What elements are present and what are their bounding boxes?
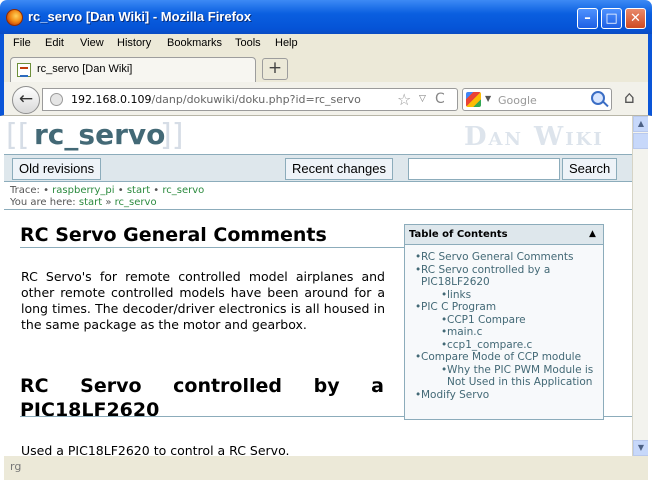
toc-entry[interactable]: CCP1 Compare: [441, 314, 601, 327]
wiki-header: [[ rc_servo ]] Dan Wiki: [4, 116, 632, 154]
toc-entry[interactable]: PIC C Program: [415, 301, 601, 314]
close-window-button[interactable]: ✕: [625, 8, 646, 29]
site-title[interactable]: Dan Wiki: [464, 122, 604, 152]
breadcrumb-separator: »: [105, 197, 112, 208]
trace-line: Trace: • raspberry_pi • start • rc_servo: [10, 185, 205, 196]
url-text: 192.168.0.109/danp/dokuwiki/doku.php?id=…: [71, 93, 361, 106]
trace-link-raspberry-pi[interactable]: raspberry_pi: [52, 185, 114, 196]
url-bar[interactable]: 192.168.0.109/danp/dokuwiki/doku.php?id=…: [42, 88, 458, 111]
minimize-button[interactable]: –: [577, 8, 598, 29]
web-search-placeholder: Google: [498, 94, 537, 107]
url-path: /danp/dokuwiki/doku.php?id=rc_servo: [151, 93, 361, 106]
menu-help[interactable]: Help: [275, 37, 298, 49]
page-viewport: [[ rc_servo ]] Dan Wiki Old revisions Re…: [4, 116, 648, 480]
recent-changes-button[interactable]: Recent changes: [285, 158, 393, 180]
scroll-down-icon[interactable]: ▼: [633, 440, 648, 456]
dropdown-arrow-icon[interactable]: ▽: [419, 94, 426, 104]
tab-strip: rc_servo [Dan Wiki] +: [0, 54, 652, 82]
url-host: 192.168.0.109: [71, 93, 152, 106]
toc-entry[interactable]: Modify Servo: [415, 389, 601, 402]
web-search-bar[interactable]: ▼ Google: [462, 88, 612, 111]
scroll-up-icon[interactable]: ▲: [633, 116, 648, 132]
toc-collapse-icon[interactable]: ▲: [589, 229, 596, 239]
page-id-link[interactable]: rc_servo: [34, 118, 165, 151]
menu-history[interactable]: History: [117, 37, 151, 49]
old-revisions-button[interactable]: Old revisions: [12, 158, 102, 180]
home-icon[interactable]: ⌂: [624, 88, 635, 108]
status-text: rg: [10, 460, 22, 473]
you-are-here-label: You are here:: [10, 197, 76, 208]
scroll-thumb[interactable]: [633, 133, 648, 149]
toc-entry[interactable]: links: [441, 289, 601, 302]
navigation-bar: ← 192.168.0.109/danp/dokuwiki/doku.php?i…: [0, 82, 652, 116]
breadcrumb: Trace: • raspberry_pi • start • rc_servo…: [10, 185, 204, 209]
wiki-search-input[interactable]: [408, 158, 560, 180]
toc-entry[interactable]: ccp1_compare.c: [441, 339, 601, 352]
window-title: rc_servo [Dan Wiki] - Mozilla Firefox: [28, 9, 252, 24]
dokuwiki-favicon-icon: [17, 63, 31, 77]
here-link-start[interactable]: start: [79, 197, 102, 208]
toc-entry[interactable]: RC Servo General Comments: [415, 251, 601, 264]
menu-tools[interactable]: Tools: [235, 37, 261, 49]
menu-bar: File Edit View History Bookmarks Tools H…: [0, 34, 652, 54]
reload-icon[interactable]: C: [435, 91, 445, 107]
new-tab-button[interactable]: +: [262, 58, 288, 80]
logo-bracket-open: [[: [6, 118, 30, 153]
table-of-contents: Table of Contents ▲ RC Servo General Com…: [404, 224, 604, 420]
trace-link-rc-servo[interactable]: rc_servo: [162, 185, 204, 196]
header-divider: [4, 209, 632, 210]
you-are-here-line: You are here: start » rc_servo: [10, 197, 204, 209]
toc-list: RC Servo General Comments RC Servo contr…: [415, 251, 601, 401]
wiki-search-button[interactable]: Search: [562, 158, 618, 180]
trace-link-start[interactable]: start: [127, 185, 150, 196]
back-arrow-icon[interactable]: ←: [12, 86, 40, 114]
wiki-toolbar: Old revisions Recent changes Search: [4, 154, 632, 182]
status-bar: rg: [4, 456, 648, 480]
globe-icon: [50, 93, 63, 106]
firefox-logo-icon: [6, 9, 23, 26]
bookmark-star-icon[interactable]: ☆: [397, 90, 411, 109]
google-icon[interactable]: [466, 92, 481, 107]
toc-entry[interactable]: Why the PIC PWM Module is Not Used in th…: [441, 364, 601, 389]
menu-edit[interactable]: Edit: [45, 37, 64, 49]
trace-label: Trace:: [10, 185, 40, 196]
toc-entry[interactable]: main.c: [441, 326, 601, 339]
here-link-rc-servo[interactable]: rc_servo: [115, 197, 157, 208]
search-engine-dropdown-icon[interactable]: ▼: [485, 94, 491, 103]
menu-file[interactable]: File: [13, 37, 31, 49]
toc-title: Table of Contents: [409, 229, 508, 240]
paragraph-general: RC Servo's for remote controlled model a…: [21, 269, 385, 332]
magnifier-icon[interactable]: [591, 91, 605, 105]
maximize-button[interactable]: □: [601, 8, 622, 29]
window-titlebar: rc_servo [Dan Wiki] - Mozilla Firefox – …: [0, 0, 652, 34]
toc-header[interactable]: Table of Contents ▲: [405, 225, 603, 245]
menu-view[interactable]: View: [80, 37, 104, 49]
section-heading-pic: RC Servo controlled by a PIC18LF2620: [20, 375, 384, 421]
vertical-scrollbar[interactable]: ▲ ▼: [632, 116, 648, 456]
tab-rc-servo[interactable]: rc_servo [Dan Wiki]: [10, 57, 256, 82]
menu-bookmarks[interactable]: Bookmarks: [167, 37, 222, 49]
section-heading-general: RC Servo General Comments: [20, 224, 404, 248]
tab-label: rc_servo [Dan Wiki]: [37, 63, 133, 75]
logo-bracket-close: ]]: [160, 118, 184, 153]
toc-entry[interactable]: RC Servo controlled by a PIC18LF2620: [415, 264, 601, 289]
toc-entry[interactable]: Compare Mode of CCP module: [415, 351, 601, 364]
